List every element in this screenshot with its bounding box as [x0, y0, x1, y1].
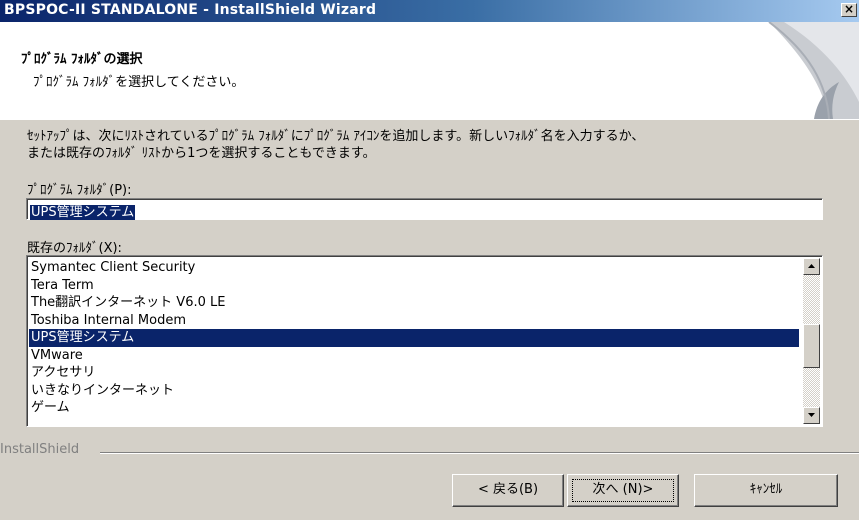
instructions-line-2: または既存のﾌｫﾙﾀﾞ ﾘｽﾄから1つを選択することもできます。 — [27, 146, 376, 161]
close-icon: × — [843, 2, 855, 16]
installshield-logo-icon — [768, 22, 859, 119]
back-button[interactable]: < 戻る(B) — [452, 474, 564, 507]
header-divider — [0, 119, 859, 120]
arrow-down-icon — [808, 413, 815, 417]
list-item[interactable]: VMware — [29, 347, 799, 365]
close-button[interactable]: × — [841, 3, 857, 17]
list-item[interactable]: いきなりインターネット — [29, 382, 799, 400]
list-item[interactable]: Toshiba Internal Modem — [29, 312, 799, 330]
list-item-selected[interactable]: UPS管理システム — [29, 329, 799, 347]
scroll-thumb[interactable] — [803, 324, 820, 368]
scroll-down-button[interactable] — [803, 407, 820, 424]
program-folder-input[interactable]: UPS管理システム — [26, 198, 823, 220]
list-item[interactable]: Symantec Client Security — [29, 259, 799, 277]
title-bar: BPSPOC-II STANDALONE - InstallShield Wiz… — [0, 0, 859, 22]
list-item[interactable]: The翻訳インターネット V6.0 LE — [29, 294, 799, 312]
list-item[interactable]: アクセサリ — [29, 364, 799, 382]
next-button[interactable]: 次へ (N)> — [567, 474, 679, 507]
existing-folders-list[interactable]: Symantec Client Security Tera Term The翻訳… — [26, 255, 823, 427]
scroll-up-button[interactable] — [803, 258, 820, 275]
program-folder-label: ﾌﾟﾛｸﾞﾗﾑ ﾌｫﾙﾀﾞ(P): — [27, 183, 132, 198]
cancel-button[interactable]: ｷｬﾝｾﾙ — [694, 474, 838, 507]
footer-divider — [100, 452, 859, 454]
page-title: ﾌﾟﾛｸﾞﾗﾑ ﾌｫﾙﾀﾞの選択 — [21, 52, 143, 67]
next-button-label: 次へ (N)> — [592, 482, 654, 497]
instructions: ｾｯﾄｱｯﾌﾟは、次にﾘｽﾄされているﾌﾟﾛｸﾞﾗﾑ ﾌｫﾙﾀﾞにﾌﾟﾛｸﾞﾗﾑ… — [27, 128, 827, 162]
list-item[interactable]: ゲーム — [29, 399, 799, 417]
program-folder-value: UPS管理システム — [30, 205, 136, 220]
wizard-header: ﾌﾟﾛｸﾞﾗﾑ ﾌｫﾙﾀﾞの選択 ﾌﾟﾛｸﾞﾗﾑ ﾌｫﾙﾀﾞを選択してください。 — [0, 22, 859, 120]
instructions-line-1: ｾｯﾄｱｯﾌﾟは、次にﾘｽﾄされているﾌﾟﾛｸﾞﾗﾑ ﾌｫﾙﾀﾞにﾌﾟﾛｸﾞﾗﾑ… — [27, 129, 645, 144]
installshield-brand: InstallShield — [0, 442, 86, 457]
list-item[interactable]: Tera Term — [29, 277, 799, 295]
arrow-up-icon — [808, 264, 815, 268]
window-title: BPSPOC-II STANDALONE - InstallShield Wiz… — [4, 2, 377, 18]
vertical-scrollbar[interactable] — [803, 258, 820, 424]
page-subtitle: ﾌﾟﾛｸﾞﾗﾑ ﾌｫﾙﾀﾞを選択してください。 — [33, 75, 245, 90]
existing-folders-label: 既存のﾌｫﾙﾀﾞ(X): — [27, 241, 122, 256]
list-items: Symantec Client Security Tera Term The翻訳… — [29, 259, 799, 417]
